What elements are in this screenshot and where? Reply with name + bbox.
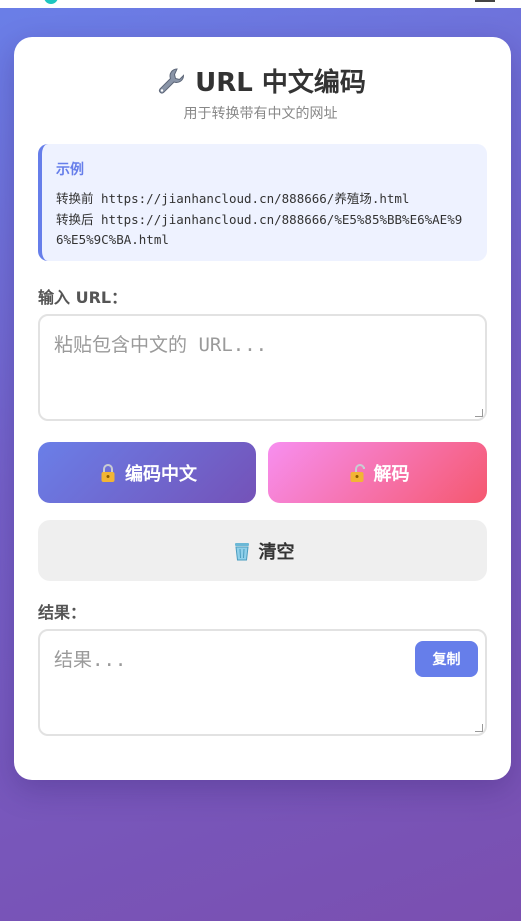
clear-button-label: 清空 bbox=[258, 541, 295, 563]
status-bar bbox=[0, 0, 521, 8]
unlock-icon bbox=[350, 463, 365, 482]
example-box: 示例 转换前 https://jianhancloud.cn/888666/养殖… bbox=[38, 144, 487, 261]
page-title: URL 中文编码 bbox=[155, 62, 366, 99]
result-label: 结果： bbox=[38, 603, 87, 622]
battery-icon bbox=[475, 0, 495, 2]
url-input-placeholder: 粘贴包含中文的 URL... bbox=[54, 334, 268, 356]
page-subtitle: 用于转换带有中文的网址 bbox=[183, 106, 338, 122]
example-after: 转换后 https://jianhancloud.cn/888666/%E5%8… bbox=[56, 211, 463, 248]
url-input[interactable]: 粘贴包含中文的 URL... bbox=[38, 314, 487, 421]
resize-handle-icon[interactable] bbox=[475, 409, 483, 417]
decode-button-label: 解码 bbox=[373, 463, 410, 485]
encode-button[interactable]: 编码中文 bbox=[38, 442, 256, 503]
example-before: 转换前 https://jianhancloud.cn/888666/养殖场.h… bbox=[56, 191, 410, 206]
result-placeholder: 结果... bbox=[54, 649, 127, 671]
header: URL 中文编码 bbox=[0, 62, 521, 101]
lock-icon bbox=[101, 463, 115, 482]
clear-button[interactable]: 清空 bbox=[38, 520, 487, 581]
resize-handle-icon[interactable] bbox=[475, 724, 483, 732]
example-heading: 示例 bbox=[56, 162, 84, 178]
encode-button-label: 编码中文 bbox=[125, 463, 197, 485]
status-indicator-icon bbox=[44, 0, 58, 4]
copy-button[interactable]: 复制 bbox=[415, 641, 478, 677]
input-label: 输入 URL： bbox=[38, 288, 128, 307]
wrench-icon bbox=[159, 67, 185, 93]
page-title-text: URL 中文编码 bbox=[195, 68, 366, 98]
trash-icon bbox=[234, 542, 249, 560]
decode-button[interactable]: 解码 bbox=[268, 442, 487, 503]
